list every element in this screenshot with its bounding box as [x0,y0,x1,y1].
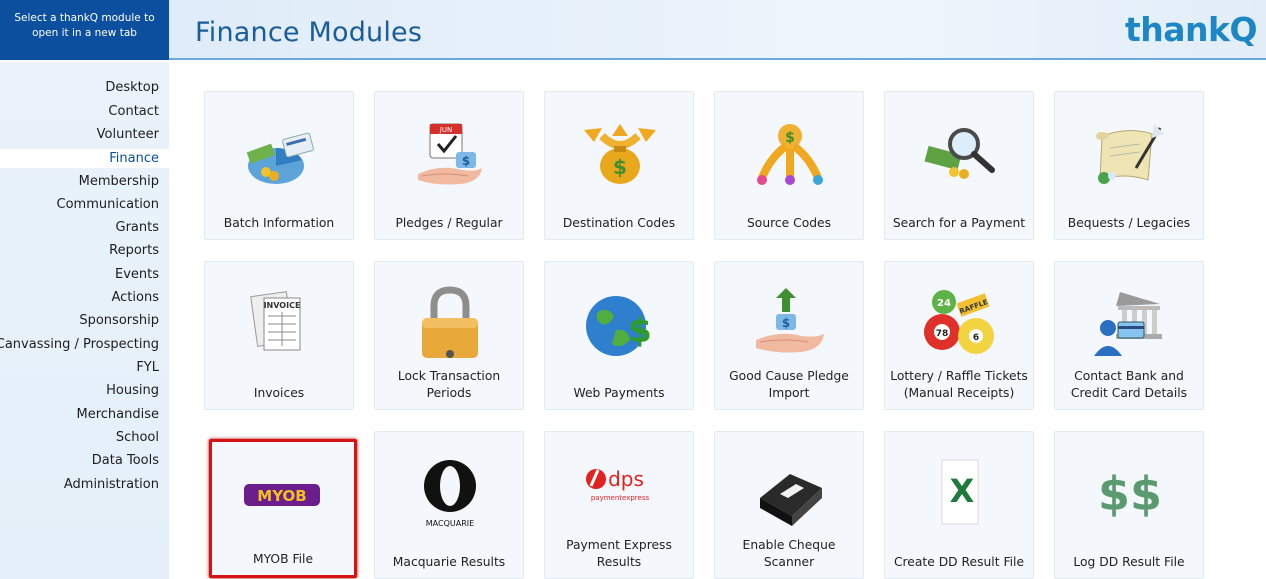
sidebar-item-data-tools[interactable]: Data Tools [92,453,159,468]
header-bar: Select a thankQ module to open it in a n… [0,0,1266,60]
hand-dollar-upload-icon: $ [756,288,824,353]
svg-text:paymentexpress: paymentexpress [591,494,650,502]
scroll-quill-icon [1096,124,1164,184]
svg-text:$$: $$ [1098,467,1162,521]
sidebar-item-merchandise[interactable]: Merchandise [76,407,159,422]
tile-contact-bank-credit-card[interactable]: Contact Bank and Credit Card Details [1054,261,1204,410]
tile-label: Enable Cheque Scanner [742,538,836,569]
tile-pledges-regular[interactable]: JUN $ Pledges / Regular [374,91,524,240]
dollar-signs-icon: $$ [1098,467,1162,521]
sidebar-item-finance[interactable]: Finance [0,149,169,168]
padlock-icon [422,286,478,358]
tile-search-payment[interactable]: Search for a Payment [884,91,1034,240]
tile-label: Web Payments [573,386,665,400]
tile-lottery-raffle[interactable]: 24 RAFFLE 78 6 Lottery / Raffle Tickets … [884,261,1034,410]
myob-logo-icon: MYOB [244,484,320,506]
tile-label: Source Codes [746,216,832,230]
tile-create-dd-result-file[interactable]: X Create DD Result File [884,431,1034,579]
tile-invoices[interactable]: INVOICE Invoices [204,261,354,410]
sidebar-item-membership[interactable]: Membership [79,174,159,189]
invoice-icon: INVOICE [250,291,301,351]
money-bag-sources-icon: $ [757,124,823,185]
sidebar-item-events[interactable]: Events [115,267,159,282]
svg-text:INVOICE: INVOICE [264,301,301,310]
svg-text:$: $ [613,155,627,179]
calendar-hand-icon: JUN $ [418,123,482,185]
tile-label: Invoices [253,386,305,400]
page-title: Finance Modules [195,17,423,48]
globe-dollar-icon: $ [586,296,652,356]
tile-label: Destination Codes [562,216,676,230]
svg-text:$: $ [462,154,470,168]
tile-label: Bequests / Legacies [1067,216,1191,230]
svg-text:MYOB: MYOB [257,487,306,505]
tile-batch-information[interactable]: Batch Information [204,91,354,240]
sidebar-item-housing[interactable]: Housing [106,383,159,398]
tile-label: Lock Transaction Periods [397,369,501,400]
dps-logo-icon: dps paymentexpress [586,467,650,502]
tile-source-codes[interactable]: $ Source Codes [714,91,864,240]
svg-text:X: X [950,472,975,510]
tile-label: Contact Bank and Credit Card Details [1070,369,1188,400]
bank-card-icon [1094,292,1162,356]
svg-text:6: 6 [973,333,979,343]
tile-label: Pledges / Regular [395,216,503,230]
batch-pie-chart-icon [246,132,314,184]
svg-text:dps: dps [608,467,644,491]
tile-myob-file[interactable]: MYOB MYOB File [209,439,357,578]
svg-text:24: 24 [937,298,951,309]
tile-label: Lottery / Raffle Tickets (Manual Receipt… [890,369,1028,400]
svg-text:MACQUARIE: MACQUARIE [426,519,474,528]
tile-label: Batch Information [223,216,335,230]
lottery-balls-icon: 24 RAFFLE 78 6 [924,290,994,354]
magnifier-money-icon [924,128,995,179]
tile-label: Log DD Result File [1073,555,1185,569]
tile-label: Payment Express Results [566,538,672,569]
module-hint: Select a thankQ module to open it in a n… [0,0,169,60]
sidebar-item-sponsorship[interactable]: Sponsorship [79,313,159,328]
sidebar-item-volunteer[interactable]: Volunteer [97,127,159,142]
tile-label: Good Cause Pledge Import [729,369,849,400]
sidebar: Desktop Contact Volunteer Finance Member… [0,62,169,579]
svg-text:JUN: JUN [439,126,452,134]
sidebar-item-grants[interactable]: Grants [116,220,160,235]
sidebar-item-school[interactable]: School [116,430,159,445]
sidebar-item-canvassing[interactable]: Canvassing / Prospecting [0,337,159,352]
tile-destination-codes[interactable]: $ Destination Codes [544,91,694,240]
svg-text:$: $ [782,316,790,330]
svg-text:78: 78 [936,329,949,339]
tile-payment-express[interactable]: dps paymentexpress Payment Express Resul… [544,431,694,579]
sidebar-item-desktop[interactable]: Desktop [105,80,159,95]
tile-bequests-legacies[interactable]: Bequests / Legacies [1054,91,1204,240]
thankq-logo: thankQ [1125,10,1258,49]
tile-web-payments[interactable]: $ Web Payments [544,261,694,410]
tile-macquarie-results[interactable]: MACQUARIE Macquarie Results [374,431,524,579]
tile-label: MYOB File [252,552,314,566]
tile-label: Search for a Payment [892,216,1026,230]
tile-good-cause-pledge-import[interactable]: $ Good Cause Pledge Import [714,261,864,410]
macquarie-logo-icon: MACQUARIE [424,460,476,528]
excel-file-icon: X [941,459,979,525]
sidebar-item-reports[interactable]: Reports [109,243,159,258]
sidebar-item-fyl[interactable]: FYL [136,360,159,375]
tile-enable-cheque-scanner[interactable]: Enable Cheque Scanner [714,431,864,579]
svg-text:$: $ [785,130,795,146]
sidebar-item-actions[interactable]: Actions [112,290,160,305]
tile-label: Create DD Result File [893,555,1025,569]
sidebar-item-communication[interactable]: Communication [57,197,159,212]
tile-log-dd-result-file[interactable]: $$ Log DD Result File [1054,431,1204,579]
sidebar-item-contact[interactable]: Contact [108,104,159,119]
tile-label: Macquarie Results [392,555,506,569]
tile-lock-transaction-periods[interactable]: Lock Transaction Periods [374,261,524,410]
money-bag-arrows-icon: $ [584,124,656,184]
svg-text:$: $ [628,311,652,351]
sidebar-item-administration[interactable]: Administration [64,477,159,492]
cheque-scanner-icon [760,474,822,526]
